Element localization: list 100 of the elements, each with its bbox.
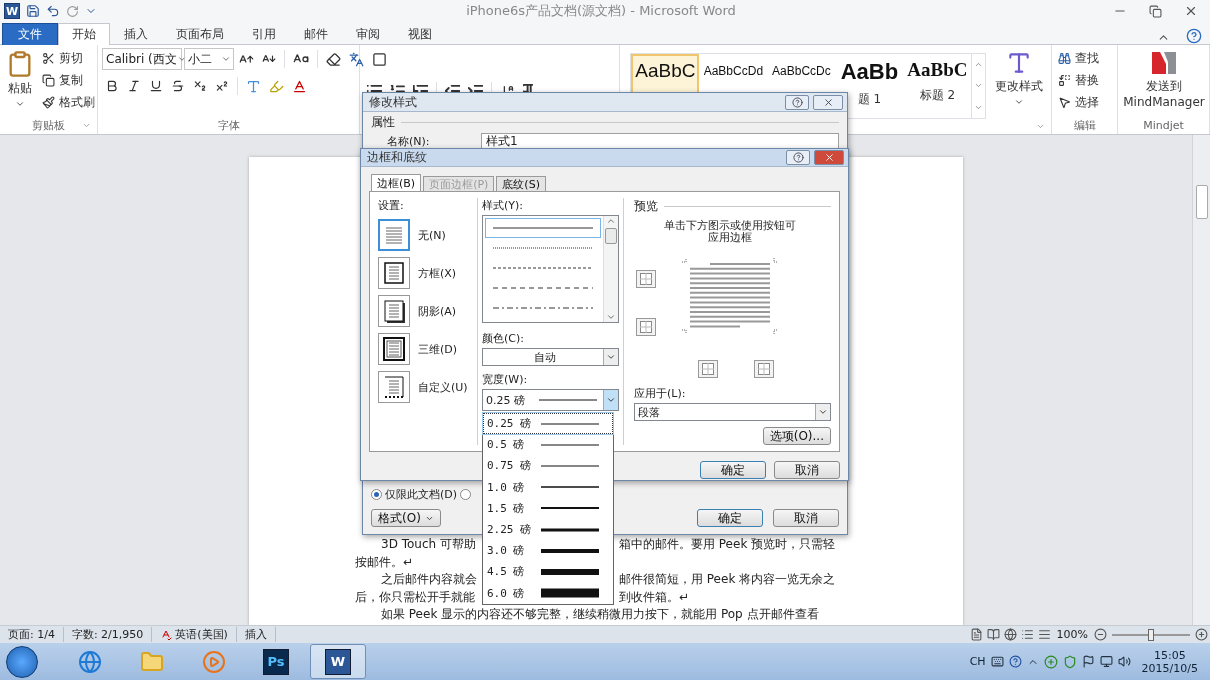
- text-effect-icon: [246, 78, 261, 94]
- start-button[interactable]: [6, 645, 38, 678]
- dialog-tab[interactable]: 边框(B): [371, 174, 422, 191]
- ribbon-tab[interactable]: 文件: [2, 23, 58, 45]
- style-item[interactable]: AaBb 题 1: [835, 54, 904, 118]
- status-item[interactable]: 页面: 1/4: [0, 627, 64, 642]
- top-border-button[interactable]: [636, 270, 656, 288]
- style-item[interactable]: AaBbCcDc: [767, 54, 836, 118]
- status-item[interactable]: 字数: 2/1,950: [63, 627, 153, 642]
- help-button[interactable]: [785, 94, 809, 110]
- field-label: 设置:: [378, 198, 405, 213]
- color-select[interactable]: 自动: [482, 348, 619, 366]
- line-style-icon: [493, 306, 593, 310]
- font-size-field[interactable]: 小二: [184, 48, 234, 70]
- radio-button[interactable]: [371, 489, 382, 500]
- options-button[interactable]: 选项(O)...: [762, 427, 831, 445]
- editing-button[interactable]: 查找: [1056, 48, 1102, 68]
- width-option[interactable]: 4.5 磅: [483, 561, 613, 583]
- zoom-thumb[interactable]: [1148, 628, 1154, 641]
- ribbon-tab[interactable]: 引用: [238, 23, 290, 45]
- word-logo: W: [4, 3, 20, 19]
- line-style-list[interactable]: [482, 215, 619, 323]
- clipboard-button[interactable]: 复制: [40, 70, 97, 90]
- width-option[interactable]: 0.5 磅: [483, 434, 613, 456]
- ribbon-tab[interactable]: 邮件: [290, 23, 342, 45]
- left-border-button[interactable]: [698, 360, 718, 378]
- caret-icon: [221, 54, 231, 64]
- clipboard-button[interactable]: 剪切: [40, 48, 97, 68]
- italic-icon: [127, 79, 141, 93]
- strikethrough-icon: [171, 79, 185, 93]
- send-to-mindmanager-button[interactable]: 发送到 MindManager: [1122, 48, 1206, 117]
- scroll-thumb[interactable]: [1195, 185, 1208, 219]
- setting-label: 方框(X): [418, 265, 457, 281]
- pointer-icon: [1058, 95, 1072, 109]
- spellcheck-icon: [160, 628, 173, 641]
- taskbar-app[interactable]: W: [310, 644, 366, 679]
- launcher-icon: [1036, 122, 1046, 131]
- width-select[interactable]: 0.25 磅: [482, 389, 619, 411]
- cancel-button[interactable]: 取消: [773, 509, 839, 527]
- radio-button[interactable]: [460, 489, 472, 500]
- ribbon-tab[interactable]: 视图: [394, 23, 446, 45]
- group-label: 字体: [217, 118, 240, 133]
- zoom-level[interactable]: 100%: [1052, 628, 1092, 641]
- style-item[interactable]: AaBbCcDd: [699, 54, 768, 118]
- vertical-scrollbar[interactable]: [1192, 135, 1210, 625]
- clipboard-button[interactable]: 格式刷: [40, 92, 97, 112]
- close-button[interactable]: [814, 150, 844, 165]
- zoom-in-icon: [1195, 628, 1208, 641]
- setting-option[interactable]: [378, 295, 410, 327]
- change-styles-button[interactable]: 更改样式: [990, 48, 1048, 119]
- taskbar-app[interactable]: Ps: [248, 644, 304, 679]
- field-label: 应用于(L):: [634, 386, 687, 401]
- style-item[interactable]: AaBbC 标题 2: [903, 54, 972, 118]
- scrollbar[interactable]: [603, 216, 618, 322]
- group-label: Mindjet: [1143, 119, 1184, 132]
- flag-icon: [1081, 655, 1095, 668]
- line-style-option[interactable]: [485, 218, 601, 238]
- language-indicator[interactable]: CH: [969, 655, 986, 668]
- ok-button[interactable]: 确定: [697, 509, 763, 527]
- close-button[interactable]: [813, 94, 843, 110]
- app-logo: W: [325, 648, 351, 675]
- format-button[interactable]: 格式(O): [371, 509, 441, 527]
- setting-option[interactable]: [378, 333, 410, 365]
- width-option[interactable]: 3.0 磅: [483, 540, 613, 562]
- ribbon-tab[interactable]: 插入: [110, 23, 162, 45]
- ribbon-tab[interactable]: 审阅: [342, 23, 394, 45]
- ok-button[interactable]: 确定: [700, 461, 766, 479]
- bottom-border-button[interactable]: [636, 318, 656, 336]
- editing-button[interactable]: 选择: [1056, 92, 1102, 112]
- field-label: 名称(N):: [387, 133, 431, 149]
- scroll-thumb[interactable]: [605, 228, 617, 244]
- field-label: 宽度(W):: [482, 372, 529, 387]
- status-item[interactable]: 插入: [236, 627, 276, 642]
- superscript-icon: [215, 79, 229, 93]
- name-field[interactable]: 样式1: [481, 133, 839, 149]
- paste-button[interactable]: 粘贴: [4, 48, 36, 117]
- width-option[interactable]: 1.5 磅: [483, 497, 613, 519]
- setting-label: 自定义(U): [418, 379, 468, 395]
- line-style-icon: [493, 226, 593, 230]
- group-label: 剪贴板: [32, 118, 65, 133]
- status-item[interactable]: 英语(美国): [152, 627, 237, 642]
- close-icon: [822, 96, 834, 108]
- editing-button[interactable]: 替换: [1056, 70, 1102, 90]
- caret-icon: [606, 395, 616, 405]
- width-option[interactable]: 1.0 磅: [483, 476, 613, 498]
- setting-option[interactable]: [378, 257, 410, 289]
- right-border-button[interactable]: [754, 360, 774, 378]
- help-button[interactable]: [786, 150, 810, 165]
- document-text: 邮件很简短，用 Peek 将内容一览无余之: [619, 571, 836, 588]
- width-option[interactable]: 0.75 磅: [483, 455, 613, 477]
- clock-date: 2015/10/5: [1141, 661, 1198, 675]
- ribbon-tab[interactable]: 页面布局: [162, 23, 238, 45]
- outline-icon: [1020, 628, 1034, 641]
- cancel-button[interactable]: 取消: [774, 461, 840, 479]
- width-option[interactable]: 6.0 磅: [483, 582, 613, 604]
- width-option[interactable]: 0.25 磅: [483, 413, 613, 435]
- dialog-tab[interactable]: 底纹(S): [496, 176, 546, 191]
- ribbon-tab[interactable]: 开始: [58, 23, 110, 45]
- apply-to-select[interactable]: 段落: [634, 403, 831, 421]
- width-option[interactable]: 2.25 磅: [483, 518, 613, 541]
